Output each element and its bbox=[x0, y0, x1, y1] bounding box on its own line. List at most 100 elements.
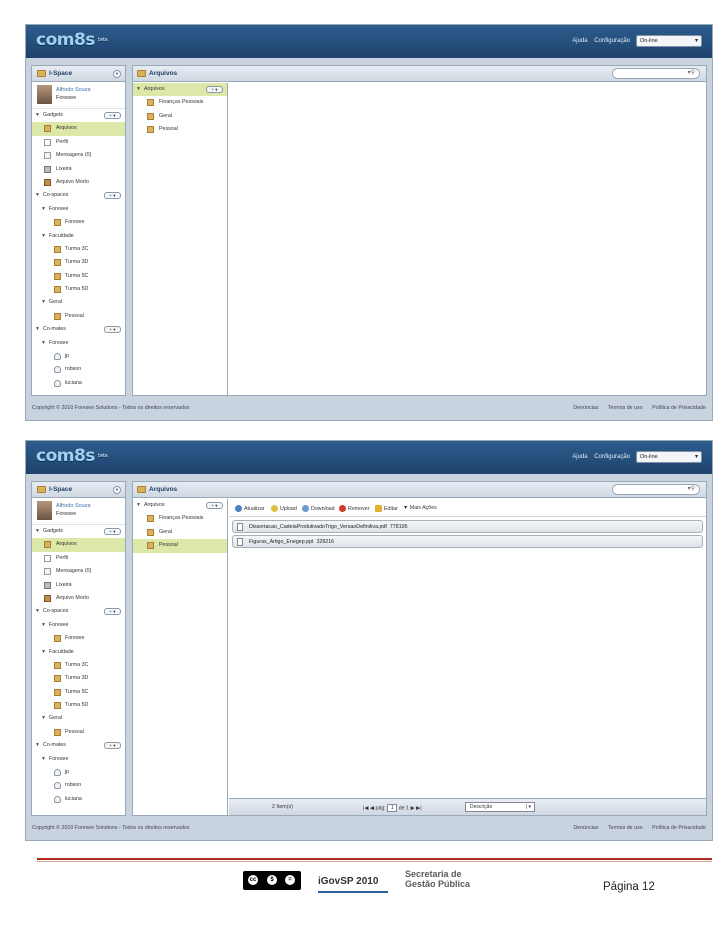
gadgets-header[interactable]: ▼ Gadgets + ▾ bbox=[32, 525, 125, 538]
cospace-item-turma-3c[interactable]: Turma 3C bbox=[32, 243, 125, 256]
tree-folder-financas[interactable]: Finanças Pessoais bbox=[133, 512, 227, 525]
avatar bbox=[37, 85, 52, 104]
search-input[interactable]: ▾⚲ bbox=[612, 484, 700, 495]
tree-folder-pessoal[interactable]: Pessoal bbox=[133, 539, 227, 553]
settings-link[interactable]: Configuração bbox=[594, 38, 630, 44]
status-select[interactable]: On-line ▾ bbox=[636, 451, 702, 463]
cospace-item-turma-5c[interactable]: Turma 5C bbox=[32, 270, 125, 283]
chevron-down-icon: ▾ bbox=[694, 454, 698, 460]
cospace-group-foresee[interactable]: ▼ Foresee bbox=[32, 203, 125, 216]
file-row[interactable]: Dissertacao_CadeiaProdutivadoTrigo_Versa… bbox=[232, 520, 703, 533]
add-cospace-button[interactable]: + ▾ bbox=[104, 608, 121, 616]
user-icon bbox=[54, 795, 61, 803]
comates-header[interactable]: ▼ Co-mates + ▾ bbox=[32, 739, 125, 752]
help-link[interactable]: Ajuda bbox=[572, 38, 587, 44]
gadget-item-lixeira[interactable]: Lixeira bbox=[32, 579, 125, 592]
cospace-item-foresee[interactable]: Foresee bbox=[32, 632, 125, 645]
cospace-item-turma-5d[interactable]: Turma 5D bbox=[32, 699, 125, 712]
add-gadget-button[interactable]: + ▾ bbox=[104, 112, 121, 119]
comates-group-foresee[interactable]: ▼ Foresee bbox=[32, 753, 125, 766]
file-row[interactable]: Figuras_Artigo_Enegep.ppt 328216 bbox=[232, 535, 703, 548]
gadget-item-mensagens[interactable]: Mensagens (0) bbox=[32, 565, 125, 578]
gadget-item-arquivo-morto[interactable]: Arquivo Morto bbox=[32, 592, 125, 605]
user-name[interactable]: Alfredo Souza bbox=[56, 87, 91, 93]
edit-button[interactable]: Editar bbox=[375, 505, 398, 512]
footer-link-privacidade[interactable]: Política de Privacidade bbox=[652, 825, 706, 831]
tree-folder-geral[interactable]: Geral bbox=[133, 526, 227, 539]
cospace-item-turma-5c[interactable]: Turma 5C bbox=[32, 686, 125, 699]
cospace-item-turma-3d[interactable]: Turma 3D bbox=[32, 256, 125, 269]
more-actions-button[interactable]: ▼ Mais Ações bbox=[403, 505, 437, 511]
add-folder-button[interactable]: + ▾ bbox=[206, 502, 223, 509]
files-content: Atualizar Upload Download Remover Editar… bbox=[229, 499, 706, 815]
gadget-item-arquivo-morto[interactable]: Arquivo Morto bbox=[32, 176, 125, 189]
tree-root-arquivos[interactable]: ▼ Arquivos + ▾ bbox=[133, 83, 227, 97]
cospace-item-pessoal[interactable]: Pessoal bbox=[32, 310, 125, 323]
cospace-group-faculdade[interactable]: ▼ Faculdade bbox=[32, 646, 125, 659]
comate-item-robson[interactable]: robson bbox=[32, 779, 125, 792]
folder-icon bbox=[54, 245, 61, 253]
comate-item-robson[interactable]: robson bbox=[32, 363, 125, 376]
last-page-icon[interactable]: ▶| bbox=[416, 805, 421, 811]
status-select[interactable]: On-line ▾ bbox=[636, 35, 702, 47]
gadget-item-lixeira[interactable]: Lixeira bbox=[32, 163, 125, 176]
tree-folder-financas[interactable]: Finanças Pessoais bbox=[133, 96, 227, 109]
tree-root-arquivos[interactable]: ▼ Arquivos + ▾ bbox=[133, 499, 227, 512]
add-folder-button[interactable]: + ▾ bbox=[206, 86, 223, 93]
prev-page-icon[interactable]: ◀ bbox=[370, 805, 374, 811]
comate-item-jp[interactable]: jp bbox=[32, 766, 125, 779]
triangle-down-icon: ▼ bbox=[35, 192, 40, 199]
app-logo[interactable]: com8s beta bbox=[36, 446, 108, 466]
folder-icon bbox=[54, 635, 61, 643]
user-name[interactable]: Alfredo Souza bbox=[56, 503, 91, 509]
cospaces-header[interactable]: ▼ Co-spaces + ▾ bbox=[32, 189, 125, 202]
sort-select[interactable]: Descrição | ▾ bbox=[465, 802, 535, 812]
comates-header[interactable]: ▼ Co-mates + ▾ bbox=[32, 323, 125, 336]
comate-item-jp[interactable]: jp bbox=[32, 350, 125, 363]
cospace-group-geral[interactable]: ▼ Geral bbox=[32, 296, 125, 309]
footer-link-privacidade[interactable]: Política de Privacidade bbox=[652, 405, 706, 411]
cospace-item-turma-3c[interactable]: Turma 3C bbox=[32, 659, 125, 672]
gadget-item-arquivos[interactable]: Arquivos bbox=[32, 122, 125, 136]
add-comate-button[interactable]: + ▾ bbox=[104, 326, 121, 334]
collapse-button[interactable]: « bbox=[113, 486, 121, 494]
next-page-icon[interactable]: ▶ bbox=[411, 805, 415, 811]
cospace-group-foresee[interactable]: ▼ Foresee bbox=[32, 619, 125, 632]
cospace-item-turma-3d[interactable]: Turma 3D bbox=[32, 672, 125, 685]
app-logo[interactable]: com8s beta bbox=[36, 30, 108, 50]
cospace-group-geral[interactable]: ▼ Geral bbox=[32, 712, 125, 725]
footer-link-termos[interactable]: Termos de uso bbox=[608, 405, 643, 411]
cospace-item-foresee[interactable]: Foresee bbox=[32, 216, 125, 229]
footer-link-denuncias[interactable]: Denúncias bbox=[573, 405, 598, 411]
cospace-item-pessoal[interactable]: Pessoal bbox=[32, 726, 125, 739]
tree-folder-pessoal[interactable]: Pessoal bbox=[133, 123, 227, 136]
cospaces-header[interactable]: ▼ Co-spaces + ▾ bbox=[32, 605, 125, 618]
cospace-group-faculdade[interactable]: ▼ Faculdade bbox=[32, 230, 125, 243]
refresh-button[interactable]: Atualizar bbox=[235, 505, 265, 512]
help-link[interactable]: Ajuda bbox=[572, 454, 587, 460]
footer-link-denuncias[interactable]: Denúncias bbox=[573, 825, 598, 831]
comates-group-foresee[interactable]: ▼ Foresee bbox=[32, 337, 125, 350]
tree-folder-geral[interactable]: Geral bbox=[133, 110, 227, 123]
gadgets-header[interactable]: ▼ Gadgets + ▾ bbox=[32, 109, 125, 122]
add-cospace-button[interactable]: + ▾ bbox=[104, 192, 121, 200]
gadget-item-mensagens[interactable]: Mensagens (0) bbox=[32, 149, 125, 162]
add-comate-button[interactable]: + ▾ bbox=[104, 742, 121, 750]
cospace-item-turma-5d[interactable]: Turma 5D bbox=[32, 283, 125, 296]
gadget-item-perfil[interactable]: Perfil bbox=[32, 552, 125, 565]
remove-button[interactable]: Remover bbox=[339, 505, 370, 512]
gadget-item-arquivos[interactable]: Arquivos bbox=[32, 538, 125, 552]
mail-icon bbox=[44, 152, 51, 160]
gadget-item-perfil[interactable]: Perfil bbox=[32, 136, 125, 149]
download-button[interactable]: Download bbox=[302, 505, 335, 512]
comate-item-luciana[interactable]: luciana bbox=[32, 793, 125, 806]
comate-item-luciana[interactable]: luciana bbox=[32, 377, 125, 390]
footer-link-termos[interactable]: Termos de uso bbox=[608, 825, 643, 831]
upload-button[interactable]: Upload bbox=[271, 505, 297, 512]
search-input[interactable]: ▾⚲ bbox=[612, 68, 700, 79]
collapse-button[interactable]: « bbox=[113, 70, 121, 78]
add-gadget-button[interactable]: + ▾ bbox=[104, 528, 121, 535]
first-page-icon[interactable]: |◀ bbox=[363, 805, 368, 811]
page-input[interactable]: 1 bbox=[387, 804, 398, 812]
settings-link[interactable]: Configuração bbox=[594, 454, 630, 460]
